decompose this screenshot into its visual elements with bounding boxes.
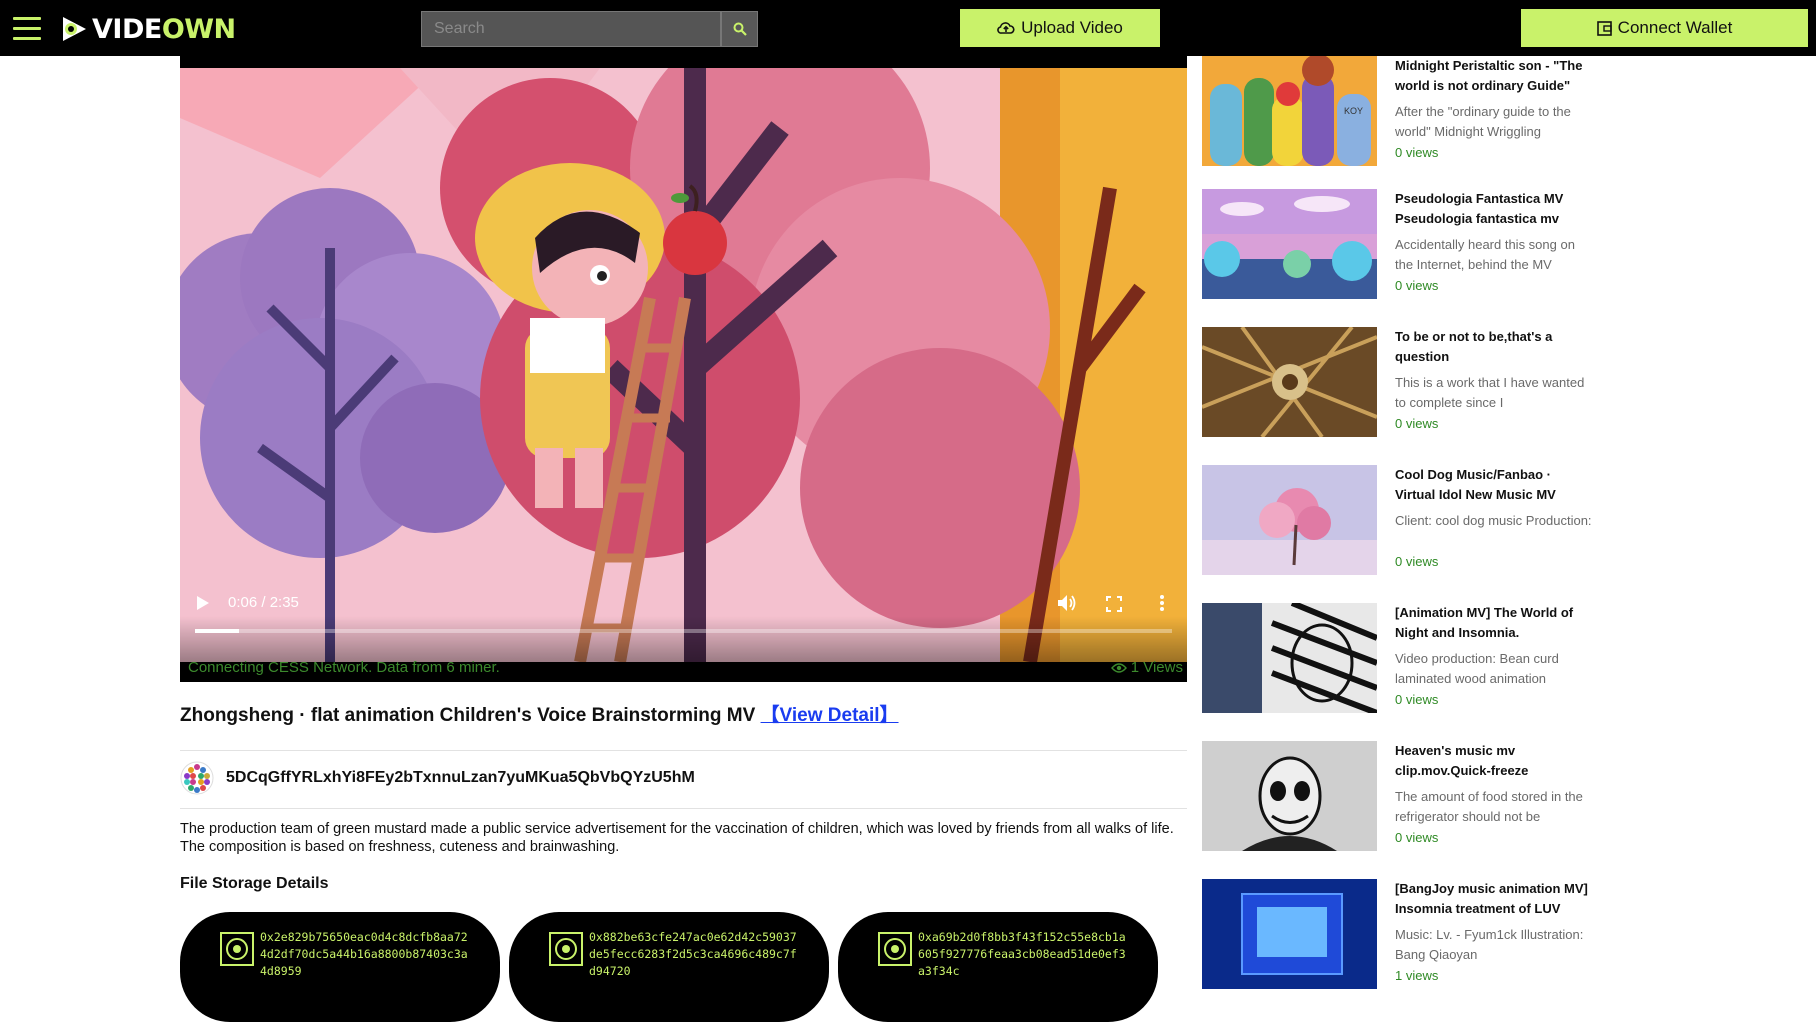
video-thumbnail[interactable] (1202, 189, 1377, 299)
storage-hash: 0x882be63cfe247ac0e62d42c59037de5fecc628… (589, 930, 797, 978)
logo-text-accent: OWN (161, 13, 236, 45)
related-video-title[interactable]: Cool Dog Music/Fanbao · Virtual Idol New… (1395, 465, 1590, 505)
related-video-title[interactable]: Pseudologia Fantastica MV Pseudologia fa… (1395, 189, 1590, 229)
storage-node-card[interactable]: 0x2e829b75650eac0d4c8dcfb8aa724d2df70dc5… (180, 912, 500, 1022)
logo-text: VIDEOWN (92, 14, 236, 45)
related-video-item[interactable]: KOY Midnight Peristaltic son - "The worl… (1202, 56, 1602, 168)
volume-icon[interactable] (1057, 594, 1077, 612)
hamburger-menu-icon[interactable] (13, 17, 41, 41)
related-video-item[interactable]: Heaven's music mv clip.mov.Quick-freeze … (1202, 741, 1602, 853)
search-input[interactable] (421, 11, 721, 47)
related-video-views: 0 views (1395, 145, 1439, 160)
related-video-title[interactable]: [BangJoy music animation MV] Insomnia tr… (1395, 879, 1590, 919)
view-detail-link[interactable]: 【View Detail】 (761, 705, 899, 726)
views-count-label: 1 Views (1130, 659, 1183, 676)
progress-bar[interactable] (195, 629, 1172, 633)
related-video-title[interactable]: To be or not to be,that's a question (1395, 327, 1590, 367)
storage-chip-icon (878, 932, 912, 966)
related-video-item[interactable]: Cool Dog Music/Fanbao · Virtual Idol New… (1202, 465, 1602, 577)
video-thumbnail[interactable] (1202, 603, 1377, 713)
video-title: Zhongsheng · flat animation Children's V… (180, 700, 899, 727)
related-video-views: 0 views (1395, 416, 1439, 431)
owner-avatar[interactable] (180, 761, 214, 795)
thumbnail-label: KOY (1344, 106, 1363, 116)
storage-heading: File Storage Details (180, 875, 329, 892)
play-logo-icon (63, 17, 86, 41)
top-navigation-bar: VIDEOWN Upload Video Connect Wallet (0, 0, 1816, 56)
related-video-item[interactable]: [BangJoy music animation MV] Insomnia tr… (1202, 879, 1602, 991)
storage-hash: 0xa69b2d0f8bb3f43f152c55e8cb1a605f927776… (918, 930, 1126, 978)
related-video-description: The amount of food stored in the refrige… (1395, 789, 1583, 824)
related-video-item[interactable]: [Animation MV] The World of Night and In… (1202, 603, 1602, 715)
video-thumbnail[interactable] (1202, 327, 1377, 437)
views-count: 1 Views (1110, 659, 1183, 676)
search-icon (733, 22, 747, 36)
logo-text-prefix: VIDE (92, 13, 162, 45)
progress-bar-fill (195, 629, 239, 633)
search-button[interactable] (721, 11, 758, 47)
related-video-description: Accidentally heard this song on the Inte… (1395, 237, 1575, 272)
divider (180, 750, 1187, 751)
related-video-description: Video production: Bean curd laminated wo… (1395, 651, 1559, 686)
related-video-title[interactable]: Midnight Peristaltic son - "The world is… (1395, 56, 1590, 96)
upload-video-button[interactable]: Upload Video (960, 9, 1160, 47)
videown-logo[interactable]: VIDEOWN (60, 14, 236, 45)
related-video-title[interactable]: [Animation MV] The World of Night and In… (1395, 603, 1590, 643)
divider (180, 808, 1187, 809)
video-thumbnail[interactable] (1202, 741, 1377, 851)
related-video-description: This is a work that I have wanted to com… (1395, 375, 1585, 410)
owner-row: 5DCqGffYRLxhYi8FEy2bTxnnuLzan7yuMKua5QbV… (180, 760, 695, 796)
related-video-item[interactable]: Pseudologia Fantastica MV Pseudologia fa… (1202, 189, 1602, 301)
related-video-views: 0 views (1395, 278, 1439, 293)
related-video-description: Client: cool dog music Production: (1395, 513, 1592, 528)
connect-wallet-label: Connect Wallet (1617, 18, 1733, 37)
fullscreen-icon[interactable] (1106, 596, 1122, 612)
related-video-views: 0 views (1395, 554, 1439, 569)
playback-time: 0:06 / 2:35 (228, 594, 299, 611)
related-video-title[interactable]: Heaven's music mv clip.mov.Quick-freeze (1395, 741, 1590, 781)
storage-chip-icon (549, 932, 583, 966)
related-video-item[interactable]: To be or not to be,that's a question Thi… (1202, 327, 1602, 439)
video-thumbnail[interactable]: KOY (1202, 56, 1377, 166)
video-thumbnail[interactable] (1202, 465, 1377, 575)
related-video-description: After the "ordinary guide to the world" … (1395, 104, 1571, 139)
related-video-description: Music: Lv. - Fyum1ck Illustration: Bang … (1395, 927, 1584, 962)
owner-address[interactable]: 5DCqGffYRLxhYi8FEy2bTxnnuLzan7yuMKua5QbV… (226, 769, 695, 787)
storage-hash: 0x2e829b75650eac0d4c8dcfb8aa724d2df70dc5… (260, 930, 468, 978)
related-video-views: 0 views (1395, 692, 1439, 707)
storage-node-card[interactable]: 0x882be63cfe247ac0e62d42c59037de5fecc628… (509, 912, 829, 1022)
video-frame-illustration (180, 68, 1187, 662)
video-description: The production team of green mustard mad… (180, 821, 1174, 855)
eye-icon (1110, 662, 1127, 673)
video-player[interactable]: 0:06 / 2:35 Connecting CESS Network. Dat… (180, 56, 1187, 682)
video-title-text: Zhongsheng · flat animation Children's V… (180, 705, 761, 726)
connect-wallet-button[interactable]: Connect Wallet (1521, 9, 1808, 47)
cloud-upload-icon (997, 22, 1015, 34)
more-options-icon[interactable] (1159, 594, 1165, 612)
wallet-icon (1596, 20, 1612, 36)
related-video-views: 0 views (1395, 830, 1439, 845)
video-thumbnail[interactable] (1202, 879, 1377, 989)
upload-video-label: Upload Video (1021, 18, 1123, 37)
storage-node-card[interactable]: 0xa69b2d0f8bb3f43f152c55e8cb1a605f927776… (838, 912, 1158, 1022)
play-icon[interactable] (196, 595, 210, 611)
storage-chip-icon (220, 932, 254, 966)
network-status: Connecting CESS Network. Data from 6 min… (188, 659, 500, 676)
